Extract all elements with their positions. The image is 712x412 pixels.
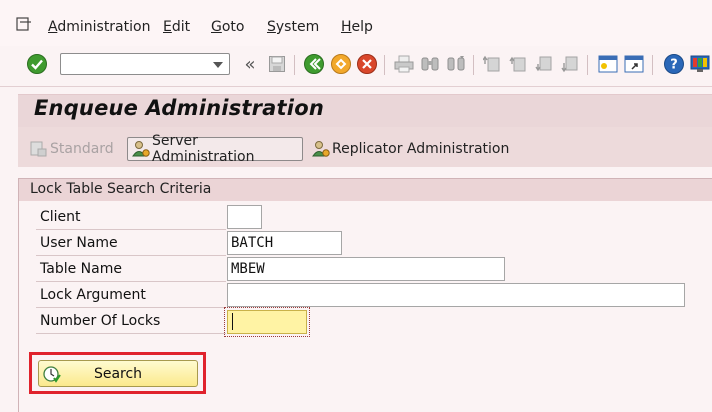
menu-toggle-icon[interactable] <box>16 17 32 31</box>
user-name-field[interactable]: BATCH <box>227 231 342 255</box>
client-label: Client <box>40 209 81 225</box>
cancel-icon[interactable] <box>355 52 379 76</box>
collapse-command-icon[interactable]: « <box>238 52 262 76</box>
toolbar-separator <box>587 55 588 75</box>
number-of-locks-field[interactable] <box>227 310 307 334</box>
page-title: Enqueue Administration <box>34 96 324 120</box>
replicator-administration-button[interactable]: Replicator Administration <box>308 137 509 161</box>
group-title: Lock Table Search Criteria <box>30 181 212 197</box>
back-icon[interactable] <box>302 52 326 76</box>
lock-argument-field[interactable] <box>227 283 685 307</box>
exit-icon[interactable] <box>329 52 353 76</box>
lock-argument-label: Lock Argument <box>40 287 146 303</box>
client-field[interactable] <box>227 205 262 229</box>
enter-icon[interactable] <box>25 52 49 76</box>
server-administration-button[interactable]: Server Administration <box>127 133 303 165</box>
find-next-icon[interactable] <box>444 52 468 76</box>
text-cursor <box>232 313 233 330</box>
help-icon[interactable]: ? <box>662 52 686 76</box>
menu-edit[interactable]: Edit <box>163 19 190 35</box>
search-button[interactable]: Search <box>38 360 198 387</box>
command-field[interactable] <box>60 53 230 75</box>
command-dropdown-icon[interactable] <box>213 62 223 68</box>
last-page-icon[interactable] <box>558 52 582 76</box>
shortcut-icon[interactable] <box>622 52 646 76</box>
toolbar-separator <box>473 55 474 75</box>
table-name-field[interactable]: MBEW <box>227 257 505 281</box>
toolbar-separator <box>652 55 653 75</box>
save-icon[interactable] <box>265 52 289 76</box>
menu-help[interactable]: Help <box>341 19 373 35</box>
find-icon[interactable] <box>418 52 442 76</box>
previous-page-icon[interactable] <box>506 52 530 76</box>
number-of-locks-label: Number Of Locks <box>40 313 161 329</box>
toolbar-separator <box>294 55 295 75</box>
menu-administration[interactable]: Administration <box>48 19 150 35</box>
svg-text:?: ? <box>670 58 678 73</box>
search-label: Search <box>93 365 143 382</box>
standard-icon <box>30 140 48 158</box>
standard-button[interactable]: Standard <box>26 137 114 161</box>
print-icon[interactable] <box>392 52 416 76</box>
layout-icon[interactable] <box>688 52 712 76</box>
replicator-admin-icon <box>312 140 330 158</box>
server-administration-label: Server Administration <box>152 133 255 165</box>
execute-clock-icon <box>43 365 61 383</box>
toolbar-separator <box>384 55 385 75</box>
menu-system[interactable]: System <box>267 19 319 35</box>
table-name-label: Table Name <box>40 261 122 277</box>
menu-goto[interactable]: Goto <box>211 19 244 35</box>
new-session-icon[interactable] <box>596 52 620 76</box>
server-admin-icon <box>132 140 150 158</box>
first-page-icon[interactable] <box>480 52 504 76</box>
user-name-label: User Name <box>40 235 118 251</box>
standard-label: Standard <box>50 141 114 157</box>
replicator-administration-label: Replicator Administration <box>332 141 510 157</box>
next-page-icon[interactable] <box>532 52 556 76</box>
